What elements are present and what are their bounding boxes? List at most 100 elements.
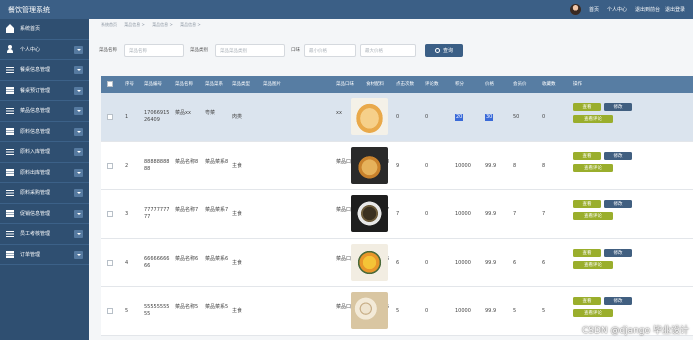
cell-price: 99.9 [485, 259, 497, 266]
sidebar-item[interactable]: 原料采购管理 [0, 183, 89, 204]
sidebar-item[interactable]: 原料信息管理 [0, 122, 89, 142]
nav-home-link[interactable]: 首页 [589, 6, 599, 13]
breadcrumb-item[interactable]: 菜品信息 > [180, 22, 201, 27]
main-content: 系统首页 菜品信息 > 菜品信息 > 菜品信息 > 菜品名称 菜品名称 菜品类别… [89, 19, 693, 340]
nav-frontend-link[interactable]: 退出到前台 [635, 6, 660, 13]
cell-index: 5 [125, 308, 129, 315]
cell-index: 3 [125, 211, 129, 218]
top-bar: 餐饮管理系统 首页 个人中心 退出到前台 退出登录 [0, 0, 693, 19]
name-filter-input[interactable]: 菜品名称 [124, 44, 184, 57]
sidebar-item-label: 原料采购管理 [20, 190, 51, 197]
sidebar-item[interactable]: 个人中心 [0, 40, 89, 60]
sidebar-item[interactable]: 餐桌预订管理 [0, 81, 89, 101]
view-reviews-button[interactable]: 查看评论 [573, 212, 613, 221]
cell-comments: 0 [425, 162, 429, 169]
chevron-down-icon[interactable] [74, 148, 83, 156]
search-button-label: 查询 [442, 48, 453, 54]
app-title: 餐饮管理系统 [8, 6, 50, 14]
cell-favorites: 0 [542, 114, 546, 120]
sidebar-item[interactable]: 员工考核管理 [0, 224, 89, 245]
cell-comments: 0 [425, 308, 429, 315]
row-checkbox[interactable] [107, 259, 113, 266]
data-table: 序号 菜品编号 菜品名称 菜品菜系 菜品类型 菜品图片 菜品口味 食材配料 点击… [101, 76, 693, 336]
avatar[interactable] [570, 4, 581, 15]
edit-button[interactable]: 修改 [604, 248, 632, 257]
sidebar: 系统首页 个人中心 餐桌信息管理 餐桌预订管理 菜品信息管理原料信息管理原料入库管理原料… [0, 19, 89, 340]
chevron-down-icon[interactable] [74, 107, 83, 115]
cell-member-price: 6 [513, 259, 517, 266]
col-header: 菜品菜系 [205, 82, 223, 87]
sidebar-item-label: 原料出库管理 [20, 169, 51, 176]
sidebar-item[interactable]: 促销信息管理 [0, 204, 89, 224]
view-button[interactable]: 查看 [573, 297, 601, 306]
edit-button[interactable]: 修改 [604, 151, 632, 160]
breadcrumb-item[interactable]: 系统首页 [101, 22, 117, 27]
edit-button[interactable]: 修改 [604, 200, 632, 209]
table-row[interactable]: 46666666666菜品名称6菜品菜系6主食菜品口味6食材配料66010000… [101, 238, 693, 288]
sidebar-item[interactable]: 原料入库管理 [0, 142, 89, 163]
cell-name: 菜品xx [175, 110, 191, 116]
sidebar-item-label: 原料信息管理 [20, 128, 51, 135]
sidebar-item[interactable]: 系统首页 [0, 19, 89, 40]
cell-clicks: 0 [396, 114, 400, 120]
chevron-down-icon[interactable] [74, 86, 83, 95]
edit-button[interactable]: 修改 [604, 297, 632, 306]
search-button[interactable]: 查询 [425, 44, 463, 57]
max-price-input[interactable]: 最大价格 [360, 44, 416, 57]
breadcrumb-item[interactable]: 菜品信息 > [152, 22, 173, 27]
cell-favorites: 6 [542, 259, 546, 266]
cell-code: 8888888888 [144, 158, 170, 172]
table-row[interactable]: 37777777777菜品名称7菜品菜系7主食菜品口味7食材配料77010000… [101, 190, 693, 239]
breadcrumb-item[interactable]: 菜品信息 > [124, 22, 145, 27]
sidebar-item[interactable]: 订单管理 [0, 245, 89, 265]
row-checkbox[interactable] [107, 211, 113, 218]
chevron-down-icon[interactable] [74, 230, 83, 238]
cell-name: 菜品名称5 [175, 304, 199, 311]
view-reviews-button[interactable]: 查看评论 [573, 260, 613, 269]
cell-price: 99.9 [485, 211, 497, 218]
view-button[interactable]: 查看 [573, 151, 601, 160]
row-checkbox[interactable] [107, 162, 113, 169]
chevron-down-icon[interactable] [74, 209, 83, 218]
breadcrumb: 系统首页 菜品信息 > 菜品信息 > 菜品信息 > [101, 22, 207, 28]
nav-profile-link[interactable]: 个人中心 [607, 6, 627, 13]
view-reviews-button[interactable]: 查看评论 [573, 163, 613, 172]
table-row[interactable]: 11706691526409菜品xx粤菜肉类xxxx002030500查看修改查… [101, 93, 693, 142]
col-header: 会员价 [513, 82, 527, 87]
chevron-down-icon[interactable] [74, 127, 83, 136]
sidebar-item[interactable]: 原料出库管理 [0, 163, 89, 183]
cell-comments: 0 [425, 114, 429, 120]
view-button[interactable]: 查看 [573, 103, 601, 111]
cell-type: 主食 [232, 259, 243, 266]
chevron-down-icon[interactable] [74, 189, 83, 197]
table-row[interactable]: 28888888888菜品名称8菜品菜系8主食菜品口味8食材配料89010000… [101, 141, 693, 191]
view-reviews-button[interactable]: 查看评论 [573, 309, 613, 318]
dish-image [351, 98, 388, 135]
select-all-checkbox[interactable] [107, 81, 113, 87]
sidebar-item[interactable]: 餐桌信息管理 [0, 60, 89, 81]
row-checkbox[interactable] [107, 114, 113, 120]
chevron-down-icon[interactable] [74, 66, 83, 74]
view-button[interactable]: 查看 [573, 248, 601, 257]
cell-cuisine: 菜品菜系7 [205, 207, 229, 214]
chevron-down-icon[interactable] [74, 45, 83, 54]
nav-logout-link[interactable]: 退出登录 [665, 6, 685, 13]
cell-name: 菜品名称7 [175, 207, 199, 214]
type-filter-select[interactable]: 菜品菜品类别 [215, 44, 285, 57]
edit-button[interactable]: 修改 [604, 103, 632, 111]
chevron-down-icon[interactable] [74, 168, 83, 177]
view-reviews-button[interactable]: 查看评论 [573, 115, 613, 123]
cell-code: 6666666666 [144, 255, 170, 269]
table-body: 11706691526409菜品xx粤菜肉类xxxx002030500查看修改查… [101, 93, 693, 336]
min-price-input[interactable]: 最小价格 [304, 44, 356, 57]
chevron-down-icon[interactable] [74, 250, 83, 259]
taste-filter-label: 口味 [291, 48, 300, 53]
sidebar-item[interactable]: 菜品信息管理 [0, 101, 89, 122]
cell-points: 10000 [455, 211, 471, 218]
row-checkbox[interactable] [107, 308, 113, 315]
col-header: 操作 [573, 82, 582, 87]
cell-points: 10000 [455, 259, 471, 266]
sidebar-item-label: 员工考核管理 [20, 231, 51, 238]
view-button[interactable]: 查看 [573, 200, 601, 209]
menu-icon [6, 209, 14, 217]
